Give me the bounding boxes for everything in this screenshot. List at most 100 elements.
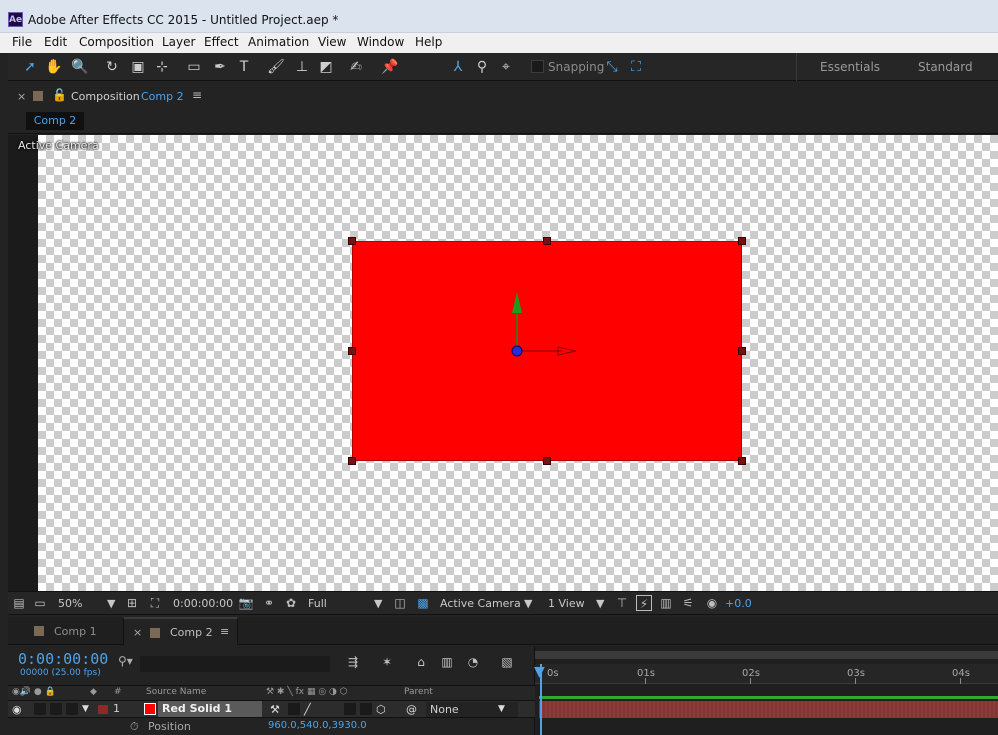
menu-window[interactable]: Window xyxy=(357,35,404,49)
audio-toggle[interactable] xyxy=(34,703,46,715)
layer-duration-bar[interactable] xyxy=(539,701,998,718)
av-features-icon[interactable]: ◉🔊 ● 🔒 xyxy=(12,687,56,697)
hand-tool-icon[interactable]: ✋ xyxy=(44,57,64,77)
grid-guide-icon[interactable]: ⊞ xyxy=(124,595,140,611)
selection-tool-icon[interactable]: ➚ xyxy=(20,57,40,77)
local-axis-mode-icon[interactable]: ⅄ xyxy=(448,57,468,77)
column-source-name[interactable]: Source Name xyxy=(146,687,206,697)
effect-switch[interactable] xyxy=(344,703,356,715)
brush-tool-icon[interactable]: 🖌 xyxy=(266,57,286,77)
resolution-value[interactable]: Full xyxy=(308,597,327,610)
transparency-grid-canvas[interactable] xyxy=(38,135,998,591)
menu-composition[interactable]: Composition xyxy=(79,35,154,49)
close-panel-icon[interactable]: × xyxy=(17,90,26,103)
pan-behind-tool-icon[interactable]: ⊹ xyxy=(152,57,172,77)
close-tab-icon[interactable]: × xyxy=(133,626,142,639)
comp-breadcrumb[interactable]: Comp 2 xyxy=(26,112,84,130)
switches-icon[interactable]: ⚒ ✱ ╲ fx ▦ ◎ ◑ ⬡ xyxy=(266,687,348,697)
always-preview-icon[interactable]: ▤ xyxy=(11,595,27,611)
layout-dropdown-icon[interactable]: ▼ xyxy=(596,597,604,610)
composition-mini-flowchart-icon[interactable]: ⇶ xyxy=(344,653,362,671)
snapshot-camera-icon[interactable]: 📷 xyxy=(238,595,254,611)
graph-editor-icon[interactable]: ▧ xyxy=(498,653,516,671)
current-time[interactable]: 0:00:00:00 xyxy=(18,650,108,668)
puppet-pin-tool-icon[interactable]: 📌 xyxy=(380,57,400,77)
magnification-dropdown-icon[interactable]: ▼ xyxy=(107,597,115,610)
mask-visibility-icon[interactable]: ⛶ xyxy=(147,595,163,611)
collapse-switch[interactable] xyxy=(288,703,300,715)
view-value[interactable]: Active Camera xyxy=(440,597,521,610)
transform-handle[interactable] xyxy=(738,457,746,465)
3d-layer-switch-icon[interactable]: ⬡ xyxy=(376,703,386,716)
snapping-checkbox[interactable] xyxy=(531,60,544,73)
tab-comp-2[interactable]: × Comp 2 ≡ xyxy=(123,617,238,645)
workspace-standard[interactable]: Standard xyxy=(918,60,973,74)
solo-toggle[interactable] xyxy=(50,703,62,715)
frame-blend-switch[interactable] xyxy=(360,703,372,715)
timeline-graph[interactable]: 0s 01s 02s 03s 04s ▼ xyxy=(534,646,998,735)
transform-handle[interactable] xyxy=(738,347,746,355)
menu-layer[interactable]: Layer xyxy=(162,35,195,49)
workspace-essentials[interactable]: Essentials xyxy=(820,60,880,74)
zoom-tool-icon[interactable]: 🔍 xyxy=(70,57,90,77)
lock-toggle[interactable] xyxy=(66,703,78,715)
composition-viewer[interactable]: Active Camera xyxy=(8,135,998,591)
timeline-icon[interactable]: ▥ xyxy=(658,595,674,611)
current-time-indicator-head-icon[interactable]: ▼ xyxy=(534,665,548,679)
eraser-tool-icon[interactable]: ◩ xyxy=(316,57,336,77)
layer-search-input[interactable] xyxy=(140,656,330,672)
shy-switch-icon[interactable]: ⚒ xyxy=(270,703,280,716)
rotate-tool-icon[interactable]: ↻ xyxy=(102,57,122,77)
hide-shy-layers-icon[interactable]: ⌂ xyxy=(412,653,430,671)
monitor-icon[interactable]: ▭ xyxy=(32,595,48,611)
tab-menu-icon[interactable]: ≡ xyxy=(220,625,229,638)
show-snapshot-icon[interactable]: ⚭ xyxy=(261,595,277,611)
layer-name[interactable]: Red Solid 1 xyxy=(158,701,262,717)
snap-features-icon[interactable]: ⛶ xyxy=(626,57,646,77)
layer-row[interactable]: ◉ ▼ 1 Red Solid 1 ⚒ ╱ ⬡ @ None ▼ xyxy=(8,701,535,718)
reset-exposure-icon[interactable]: ◉ xyxy=(704,595,720,611)
transform-handle[interactable] xyxy=(738,237,746,245)
menu-view[interactable]: View xyxy=(318,35,346,49)
channel-rgb-icon[interactable]: ✿ xyxy=(283,595,299,611)
view-axis-mode-icon[interactable]: ⌖ xyxy=(496,57,516,77)
motion-blur-icon[interactable]: ◔ xyxy=(464,653,482,671)
tab-comp-1[interactable]: Comp 1 xyxy=(8,617,123,645)
transform-handle[interactable] xyxy=(348,237,356,245)
camera-tool-icon[interactable]: ▣ xyxy=(128,57,148,77)
property-value[interactable]: 960.0,540.0,3930.0 xyxy=(268,720,367,731)
transform-handle[interactable] xyxy=(348,457,356,465)
menu-file[interactable]: File xyxy=(12,35,32,49)
work-area-bar[interactable] xyxy=(535,651,998,659)
snap-edges-icon[interactable]: ⤡ xyxy=(602,57,622,77)
lock-icon[interactable]: 🔓 xyxy=(52,88,67,102)
transform-handle[interactable] xyxy=(543,237,551,245)
magnification-value[interactable]: 50% xyxy=(58,597,82,610)
transparency-grid-icon[interactable]: ▩ xyxy=(415,595,431,611)
clone-stamp-tool-icon[interactable]: ⊥ xyxy=(292,57,312,77)
layer-label-color[interactable] xyxy=(98,705,108,714)
pick-whip-icon[interactable]: @ xyxy=(406,703,417,716)
world-axis-mode-icon[interactable]: ⚲ xyxy=(472,57,492,77)
menu-animation[interactable]: Animation xyxy=(248,35,309,49)
time-ruler[interactable]: 0s 01s 02s 03s 04s xyxy=(535,664,998,684)
menu-edit[interactable]: Edit xyxy=(44,35,67,49)
pen-tool-icon[interactable]: ✒ xyxy=(210,57,230,77)
label-column-icon[interactable]: ◆ xyxy=(90,687,97,697)
quality-switch-icon[interactable]: ╱ xyxy=(304,703,311,716)
search-icon[interactable]: ⚲▾ xyxy=(118,654,133,668)
draft-3d-icon[interactable]: ✶ xyxy=(378,653,396,671)
view-dropdown-icon[interactable]: ▼ xyxy=(524,597,532,610)
viewer-timecode[interactable]: 0:00:00:00 xyxy=(173,597,233,610)
expand-twirl-icon[interactable]: ▼ xyxy=(82,704,89,714)
exposure-value[interactable]: +0.0 xyxy=(725,597,752,610)
layout-value[interactable]: 1 View xyxy=(548,597,585,610)
region-of-interest-icon[interactable]: ◫ xyxy=(392,595,408,611)
transform-handle[interactable] xyxy=(543,457,551,465)
flowchart-icon[interactable]: ⚟ xyxy=(680,595,696,611)
type-tool-icon[interactable]: T xyxy=(234,57,254,77)
stopwatch-icon[interactable]: ⏱ xyxy=(130,720,139,734)
parent-dropdown-arrow-icon[interactable]: ▼ xyxy=(498,704,505,714)
toggle-pixel-aspect-icon[interactable]: ⊤ xyxy=(614,595,630,611)
column-parent[interactable]: Parent xyxy=(404,687,433,697)
